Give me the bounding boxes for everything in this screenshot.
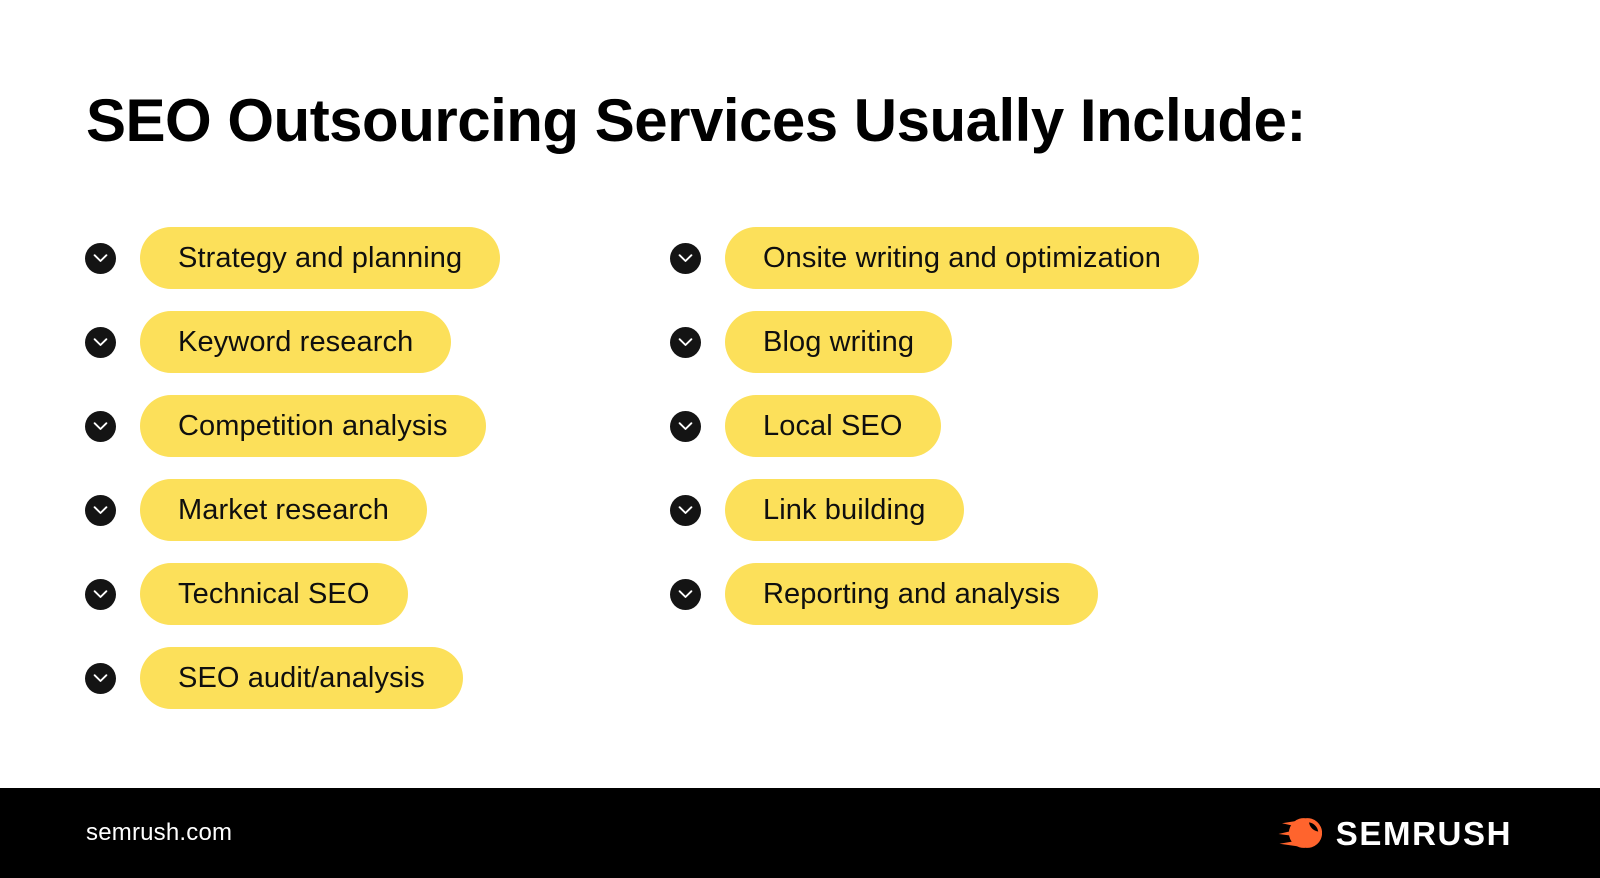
check-circle-chevron-icon: [670, 326, 701, 358]
service-pill: Market research: [140, 479, 428, 541]
service-pill-label: Keyword research: [178, 325, 414, 358]
service-item-row: Technical SEO: [85, 563, 500, 625]
service-pill: Strategy and planning: [140, 227, 501, 289]
check-circle-chevron-icon: [85, 410, 116, 442]
service-pill-label: Competition analysis: [178, 409, 448, 442]
service-item-row: Blog writing: [670, 311, 1199, 373]
service-item-row: Reporting and analysis: [670, 563, 1199, 625]
services-column-left: Strategy and planning Keyword research Com…: [85, 227, 501, 731]
semrush-wordmark: SEMRUSH: [1335, 814, 1512, 852]
service-pill: Blog writing: [725, 311, 953, 373]
service-item-row: SEO audit/analysis: [85, 647, 500, 709]
service-pill-label: Market research: [178, 493, 390, 526]
service-pill: SEO audit/analysis: [140, 647, 463, 709]
semrush-logo[interactable]: SEMRUSH: [1278, 816, 1512, 850]
service-pill-label: Technical SEO: [178, 577, 370, 610]
service-item-row: Market research: [85, 479, 500, 541]
semrush-comet-logo-icon: [1278, 818, 1322, 848]
service-pill-label: Onsite writing and optimization: [763, 241, 1162, 274]
check-circle-chevron-icon: [670, 578, 701, 610]
services-column-right: Onsite writing and optimization Blog writ…: [670, 227, 1200, 647]
check-circle-chevron-icon: [670, 494, 701, 526]
service-item-row: Keyword research: [85, 311, 500, 373]
infographic-canvas: SEO Outsourcing Services Usually Include…: [0, 0, 1600, 878]
service-pill-label: SEO audit/analysis: [178, 661, 425, 694]
footer-bar: semrush.com SEMRUSH: [0, 788, 1600, 878]
service-item-row: Link building: [670, 479, 1199, 541]
service-pill-label: Reporting and analysis: [763, 577, 1061, 610]
check-circle-chevron-icon: [85, 242, 116, 274]
check-circle-chevron-icon: [670, 410, 701, 442]
service-pill-label: Strategy and planning: [178, 241, 463, 274]
check-circle-chevron-icon: [670, 242, 701, 274]
service-pill-label: Blog writing: [763, 325, 915, 358]
check-circle-chevron-icon: [85, 662, 116, 694]
footer-website-url[interactable]: semrush.com: [86, 819, 232, 847]
check-circle-chevron-icon: [85, 326, 116, 358]
service-item-row: Local SEO: [670, 395, 1199, 457]
service-pill: Keyword research: [140, 311, 452, 373]
service-pill: Local SEO: [725, 395, 941, 457]
check-circle-chevron-icon: [85, 578, 116, 610]
service-pill: Onsite writing and optimization: [725, 227, 1200, 289]
check-circle-chevron-icon: [85, 494, 116, 526]
service-item-row: Onsite writing and optimization: [670, 227, 1200, 289]
service-pill-label: Link building: [763, 493, 926, 526]
service-item-row: Competition analysis: [85, 395, 500, 457]
service-pill-label: Local SEO: [763, 409, 903, 442]
page-title: SEO Outsourcing Services Usually Include…: [86, 87, 1306, 154]
service-pill: Technical SEO: [140, 563, 408, 625]
service-pill: Link building: [725, 479, 964, 541]
service-pill: Reporting and analysis: [725, 563, 1099, 625]
service-item-row: Strategy and planning: [85, 227, 501, 289]
service-pill: Competition analysis: [140, 395, 486, 457]
